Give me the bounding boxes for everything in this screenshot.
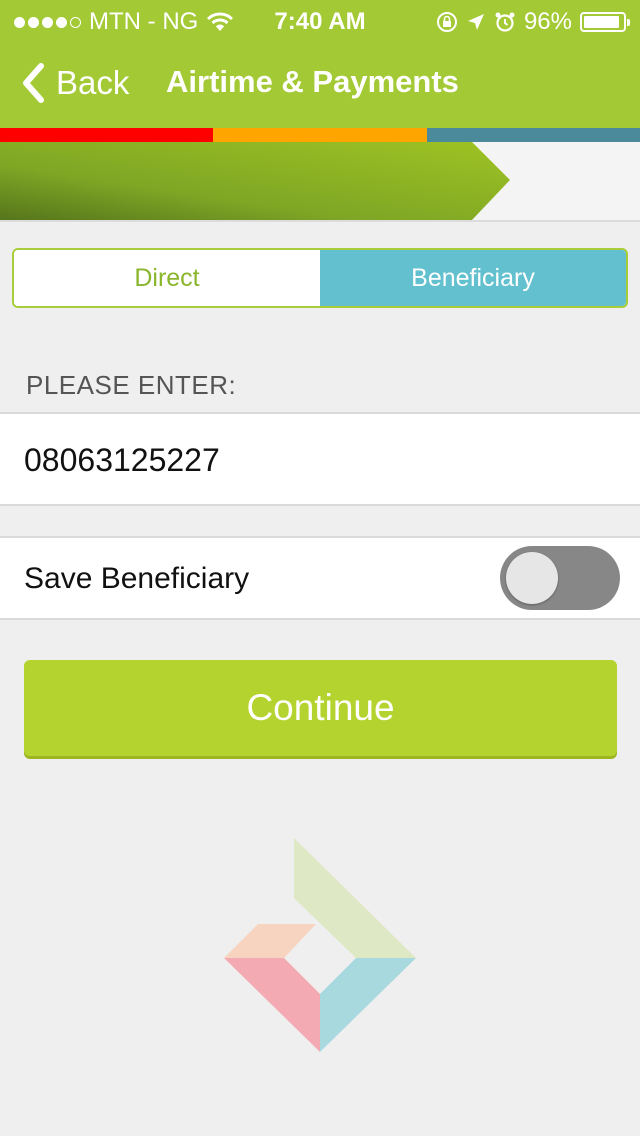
battery-percent: 96%	[523, 8, 572, 35]
progress-banner	[0, 142, 640, 222]
brand-logo-icon	[224, 838, 416, 1052]
strip-teal	[426, 128, 640, 142]
back-button[interactable]: Back	[20, 62, 129, 104]
progress-arrow	[0, 142, 510, 220]
segment-beneficiary[interactable]: Beneficiary	[320, 250, 626, 306]
navigation-bar: Back Airtime & Payments	[0, 40, 640, 128]
page-title: Airtime & Payments	[166, 64, 459, 99]
mode-segmented-control: Direct Beneficiary	[12, 248, 628, 308]
rotation-lock-icon	[436, 12, 457, 32]
phone-input-row	[0, 412, 640, 506]
save-beneficiary-toggle[interactable]	[500, 546, 620, 610]
app-header: MTN - NG 7:40 AM 96% Back Airtime & Paym…	[0, 0, 640, 128]
toggle-knob	[506, 552, 558, 604]
section-label: PLEASE ENTER:	[26, 370, 237, 400]
segment-direct[interactable]: Direct	[14, 250, 320, 306]
save-beneficiary-row: Save Beneficiary	[0, 536, 640, 620]
battery-icon	[580, 12, 630, 32]
status-bar: MTN - NG 7:40 AM 96%	[0, 0, 640, 40]
alarm-icon	[495, 12, 515, 32]
back-label: Back	[56, 64, 130, 101]
continue-button[interactable]: Continue	[24, 660, 617, 756]
color-strip	[0, 128, 640, 142]
save-beneficiary-label: Save Beneficiary	[24, 562, 250, 595]
status-right: 96%	[436, 8, 630, 36]
location-arrow-icon	[467, 14, 484, 30]
chevron-left-icon	[23, 63, 44, 103]
strip-orange	[213, 128, 427, 142]
strip-red	[0, 128, 214, 142]
phone-number-input[interactable]	[24, 436, 604, 484]
